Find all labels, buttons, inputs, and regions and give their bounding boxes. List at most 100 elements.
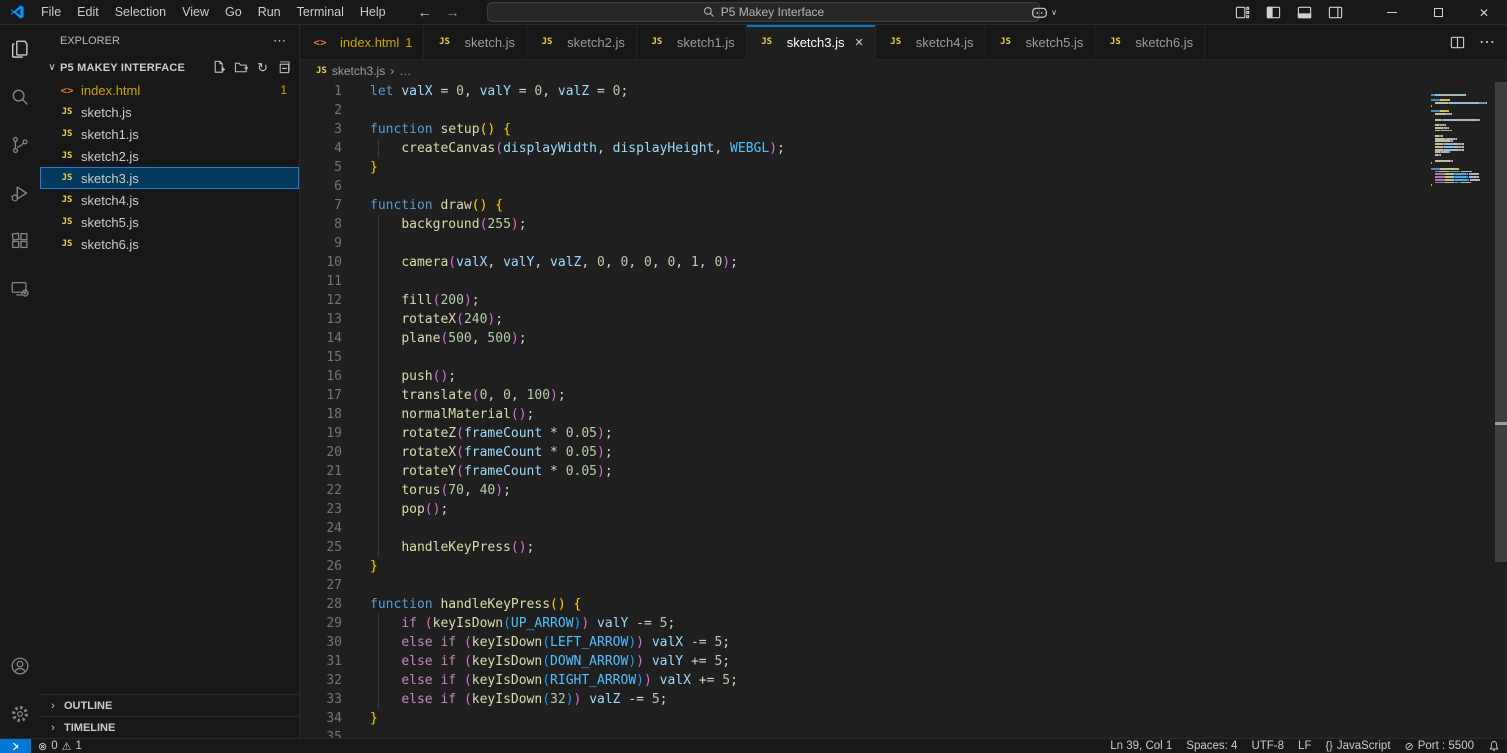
line-number: 13	[300, 312, 342, 327]
copilot-button[interactable]: ∨	[1031, 6, 1057, 20]
window-maximize-button[interactable]	[1415, 0, 1461, 25]
token: ;	[558, 388, 566, 403]
minimap-token	[1444, 146, 1455, 148]
code-text: }	[370, 711, 378, 726]
code-editor[interactable]: 1let valX = 0, valY = 0, valZ = 0;23func…	[300, 82, 1507, 738]
minimap-token	[1435, 182, 1443, 184]
menu-help[interactable]: Help	[352, 0, 394, 24]
minimap-token	[1452, 140, 1453, 142]
breadcrumb-file: sketch3.js	[332, 64, 385, 78]
minimap-token	[1479, 179, 1480, 181]
line-number: 19	[300, 426, 342, 441]
token: DOWN_ARROW	[550, 654, 628, 669]
file-row-sketch5.js[interactable]: JSsketch5.js	[40, 211, 299, 233]
activity-remote-explorer-icon[interactable]	[0, 265, 40, 313]
remote-indicator[interactable]	[0, 739, 31, 753]
breadcrumb-separator-icon: ›	[390, 64, 394, 78]
file-row-sketch3.js[interactable]: JSsketch3.js	[40, 167, 299, 189]
tab-sketch6.js[interactable]: JSsketch6.js	[1095, 25, 1205, 59]
indentation[interactable]: Spaces: 4	[1179, 739, 1244, 753]
file-row-sketch1.js[interactable]: JSsketch1.js	[40, 123, 299, 145]
nav-forward-button[interactable]: →	[446, 4, 460, 20]
minimap-token	[1455, 176, 1466, 178]
breadcrumb[interactable]: JS sketch3.js › …	[300, 60, 1507, 82]
menu-view[interactable]: View	[174, 0, 217, 24]
status-label: LF	[1298, 740, 1311, 752]
html-file-icon: <>	[311, 36, 329, 49]
token: ,	[472, 331, 488, 346]
title-bar: FileEditSelectionViewGoRunTerminalHelp ←…	[0, 0, 1507, 25]
menu-run[interactable]: Run	[250, 0, 289, 24]
tab-close-icon[interactable]: ✕	[855, 36, 864, 49]
toggle-primary-sidebar-icon[interactable]	[1266, 5, 1281, 20]
window-close-button[interactable]: ✕	[1461, 0, 1507, 25]
file-row-sketch6.js[interactable]: JSsketch6.js	[40, 233, 299, 255]
activity-account-icon[interactable]	[0, 642, 40, 690]
file-row-sketch2.js[interactable]: JSsketch2.js	[40, 145, 299, 167]
refresh-icon[interactable]: ↻	[257, 60, 268, 76]
menu-edit[interactable]: Edit	[69, 0, 107, 24]
activity-extensions-icon[interactable]	[0, 217, 40, 265]
problems-status[interactable]: ⊗ 0 ⚠ 1	[31, 739, 89, 753]
code-text: else if (keyIsDown(DOWN_ARROW)) valY += …	[370, 654, 730, 669]
language-mode[interactable]: {}JavaScript	[1318, 739, 1397, 753]
token: (	[425, 616, 433, 631]
window-minimize-button[interactable]	[1369, 0, 1415, 25]
customize-layout-icon[interactable]	[1235, 5, 1250, 20]
tab-sketch4.js[interactable]: JSsketch4.js	[876, 25, 986, 59]
activity-run-debug-icon[interactable]	[0, 169, 40, 217]
explorer-sidebar: EXPLORER ⋯ ∨ P5 MAKEY INTERFACE ↻ <>inde…	[40, 25, 300, 738]
activity-settings-icon[interactable]	[0, 690, 40, 738]
menu-terminal[interactable]: Terminal	[289, 0, 352, 24]
scrollbar[interactable]	[1495, 82, 1507, 738]
toggle-secondary-sidebar-icon[interactable]	[1328, 5, 1343, 20]
section-timeline[interactable]: ›TIMELINE	[40, 716, 299, 738]
token	[370, 369, 401, 384]
section-outline[interactable]: ›OUTLINE	[40, 694, 299, 716]
token: translate	[401, 388, 471, 403]
token: 0.05	[566, 426, 597, 441]
activity-explorer-icon[interactable]	[0, 25, 40, 73]
menu-go[interactable]: Go	[217, 0, 250, 24]
file-row-index.html[interactable]: <>index.html1	[40, 79, 299, 101]
token: 500	[487, 331, 510, 346]
activity-source-control-icon[interactable]	[0, 121, 40, 169]
tab-sketch3.js[interactable]: JSsketch3.js✕	[747, 25, 876, 60]
split-editor-icon[interactable]	[1450, 35, 1465, 50]
tab-index.html[interactable]: <>index.html1	[300, 25, 424, 59]
token: ,	[628, 255, 644, 270]
tab-sketch2.js[interactable]: JSsketch2.js	[527, 25, 637, 59]
scrollbar-slider[interactable]	[1495, 82, 1507, 562]
minimap[interactable]	[1431, 94, 1493, 190]
token: )	[495, 483, 503, 498]
token: ,	[487, 388, 503, 403]
cursor-position[interactable]: Ln 39, Col 1	[1103, 739, 1179, 753]
status-label: Spaces: 4	[1186, 740, 1237, 752]
chevron-right-icon: ›	[46, 722, 60, 734]
encoding[interactable]: UTF-8	[1244, 739, 1291, 753]
code-line-34: 34}	[300, 709, 1507, 728]
collapse-all-icon[interactable]	[276, 60, 291, 76]
toggle-panel-icon[interactable]	[1297, 5, 1312, 20]
explorer-more-actions-icon[interactable]: ⋯	[273, 33, 287, 49]
nav-back-button[interactable]: ←	[418, 4, 432, 20]
editor-more-actions-icon[interactable]: ⋯	[1479, 32, 1495, 52]
activity-search-icon[interactable]	[0, 73, 40, 121]
file-row-sketch.js[interactable]: JSsketch.js	[40, 101, 299, 123]
command-center-search[interactable]: P5 Makey Interface	[487, 2, 1040, 22]
project-section-header[interactable]: ∨ P5 MAKEY INTERFACE ↻	[40, 56, 299, 79]
minimap-line	[1431, 157, 1493, 159]
new-file-icon[interactable]	[211, 60, 226, 76]
tab-sketch.js[interactable]: JSsketch.js	[424, 25, 527, 59]
eol[interactable]: LF	[1291, 739, 1318, 753]
tab-sketch5.js[interactable]: JSsketch5.js	[986, 25, 1096, 59]
token: =	[589, 84, 612, 99]
notifications[interactable]	[1481, 739, 1507, 753]
tab-sketch1.js[interactable]: JSsketch1.js	[637, 25, 747, 59]
file-row-sketch4.js[interactable]: JSsketch4.js	[40, 189, 299, 211]
new-folder-icon[interactable]	[234, 60, 249, 76]
live-server-port[interactable]: ⊘Port : 5500	[1398, 739, 1481, 753]
token: (	[456, 464, 464, 479]
menu-file[interactable]: File	[33, 0, 69, 24]
menu-selection[interactable]: Selection	[107, 0, 174, 24]
